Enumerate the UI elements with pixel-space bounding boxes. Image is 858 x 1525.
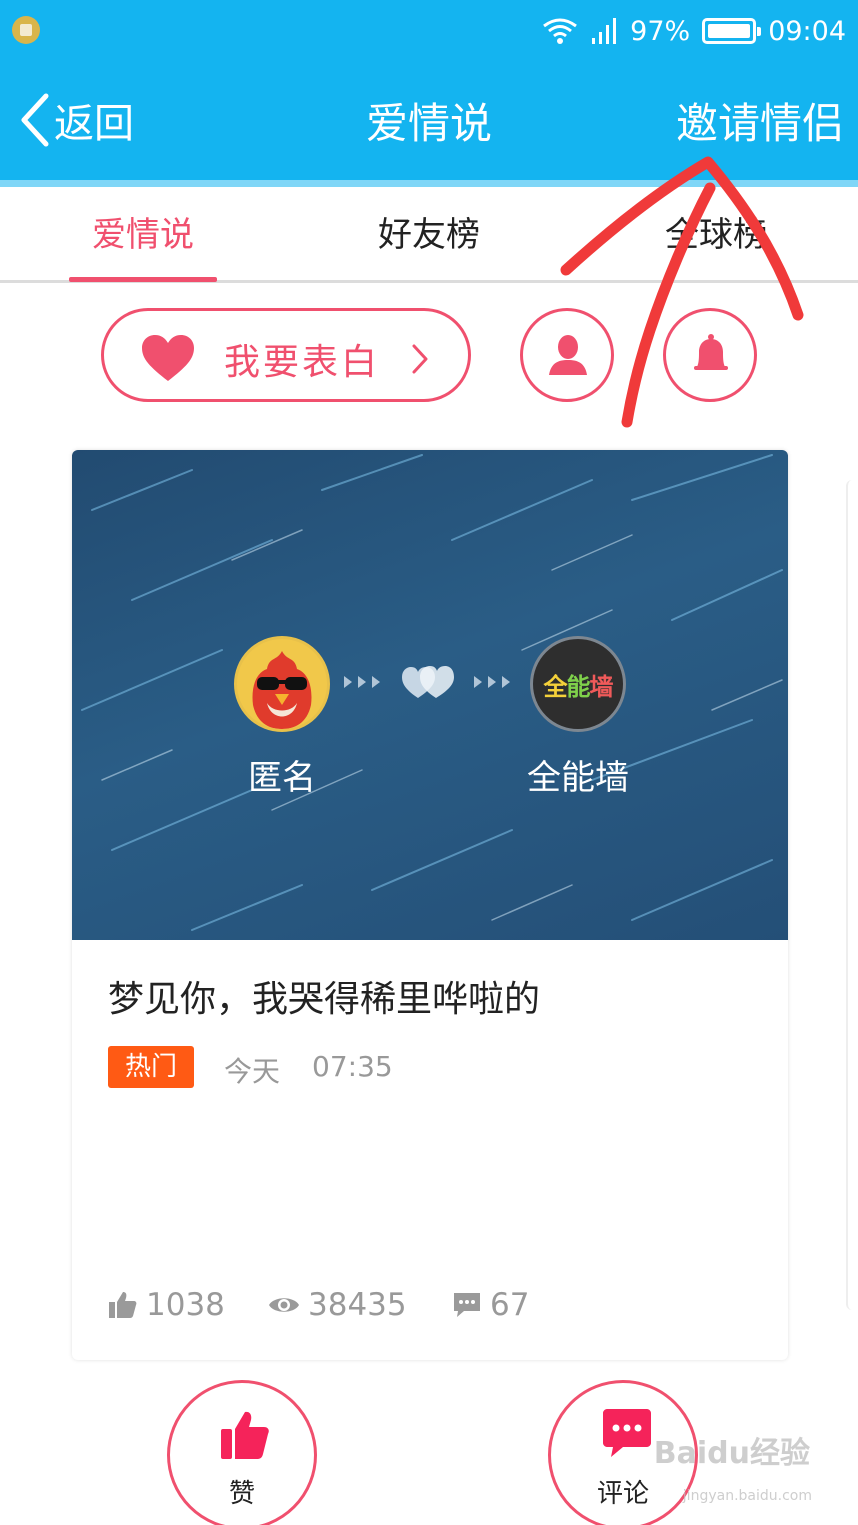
recipient-name: 全能墙 <box>527 758 629 798</box>
person-icon <box>549 335 587 375</box>
hot-badge: 热门 <box>108 1046 194 1088</box>
card-banner: 全能墙 匿名 全能墙 <box>72 450 788 940</box>
wifi-icon <box>543 18 578 44</box>
thumbs-up-icon <box>109 1292 137 1318</box>
comment-count: 67 <box>452 1286 529 1324</box>
nav-divider <box>0 180 858 187</box>
red-bird-icon <box>252 651 312 729</box>
love-connector-icon <box>344 666 510 698</box>
battery-percent: 97% <box>630 15 691 47</box>
anonymous-avatar[interactable] <box>234 636 330 732</box>
confess-label: 我要表白 <box>224 342 381 383</box>
comment-icon <box>454 1293 480 1317</box>
status-indicators: 97% 09:04 <box>542 10 846 52</box>
like-count: 1038 <box>108 1286 225 1324</box>
battery-icon <box>702 18 762 44</box>
sender-name: 匿名 <box>248 758 316 798</box>
post-time: 07:35 <box>312 1050 393 1083</box>
confess-button[interactable]: 我要表白 <box>101 308 471 402</box>
confession-card[interactable]: 全能墙 匿名 全能墙 梦见你，我哭得稀里哗啦的 热门 今天 07:35 1038… <box>72 450 788 1360</box>
nav-bar: 返回 爱情说 邀请情侣 <box>0 62 858 180</box>
post-title: 梦见你，我哭得稀里哗啦的 <box>108 979 541 1020</box>
all-round-wall-logo: 全能墙 <box>543 672 614 701</box>
signal-icon <box>592 18 617 44</box>
status-time: 09:04 <box>768 15 846 47</box>
view-count: 38435 <box>268 1286 407 1324</box>
bell-icon <box>694 334 728 370</box>
view-count-value: 38435 <box>308 1287 407 1323</box>
comment-count-value: 67 <box>490 1287 530 1323</box>
post-date: 今天 <box>224 1055 281 1088</box>
status-bar: 97% 09:04 <box>0 0 858 62</box>
tab-friends-ranking[interactable]: 好友榜 <box>355 207 503 256</box>
baidu-watermark: Baidu经验 <box>653 1436 810 1471</box>
like-button[interactable]: 赞 <box>167 1380 317 1525</box>
heart-icon <box>142 335 194 381</box>
next-card-edge <box>846 480 858 1310</box>
notifications-button[interactable] <box>663 308 757 402</box>
tab-active-indicator <box>69 277 217 282</box>
comment-bubble-icon <box>603 1409 651 1457</box>
chevron-right-icon <box>412 344 428 374</box>
tab-global-ranking[interactable]: 全球榜 <box>642 207 790 256</box>
comment-label: 评论 <box>596 1479 649 1509</box>
baidu-watermark-url: jingyan.baidu.com <box>682 1488 812 1504</box>
recipient-avatar[interactable]: 全能墙 <box>530 636 626 732</box>
eye-icon <box>269 1298 299 1312</box>
invite-partner-button[interactable]: 邀请情侣 <box>676 90 844 151</box>
thumbs-up-icon <box>221 1411 269 1459</box>
my-profile-button[interactable] <box>520 308 614 402</box>
tab-bar: 爱情说 好友榜 全球榜 <box>0 187 858 283</box>
like-label: 赞 <box>228 1479 255 1509</box>
like-count-value: 1038 <box>146 1287 225 1323</box>
app-notification-icon <box>12 16 40 44</box>
tab-love-talk[interactable]: 爱情说 <box>69 207 217 256</box>
